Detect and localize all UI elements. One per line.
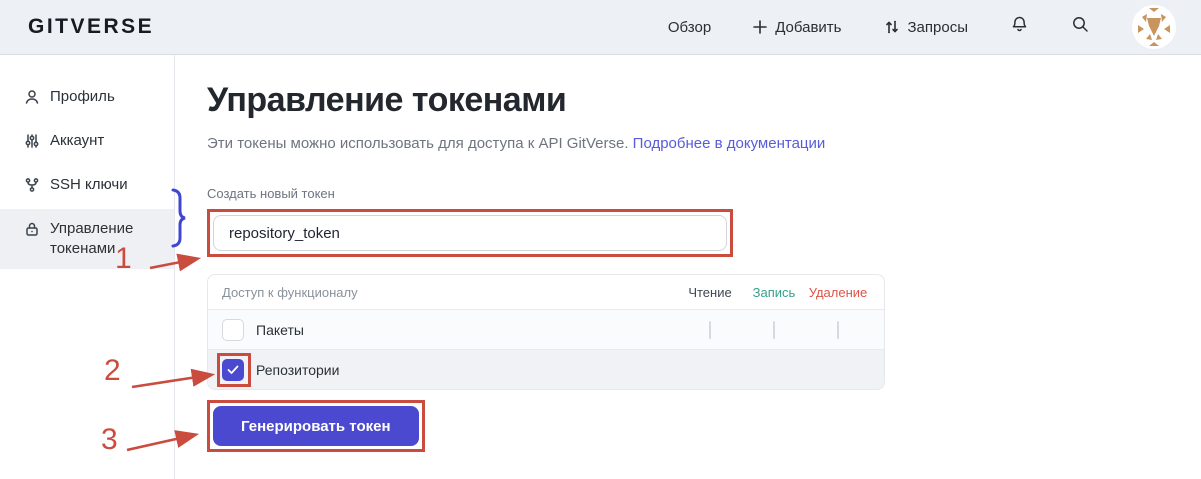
avatar[interactable]: [1132, 5, 1176, 49]
sliders-icon: [24, 133, 40, 155]
search-icon: [1071, 15, 1090, 39]
nav-overview-label: Обзор: [668, 19, 711, 36]
sidebar-item-token-management[interactable]: Управление токенами: [0, 209, 174, 269]
lock-icon: [24, 221, 40, 243]
column-access: Доступ к функционалу: [222, 285, 678, 300]
column-write: Запись: [742, 285, 806, 300]
ssh-key-icon: [24, 177, 40, 199]
packages-write-checkbox[interactable]: [773, 321, 775, 339]
generate-token-button[interactable]: Генерировать токен: [213, 406, 419, 446]
packages-read-checkbox[interactable]: [709, 321, 711, 339]
sidebar-item-profile[interactable]: Профиль: [0, 77, 174, 121]
person-icon: [24, 89, 40, 111]
pull-request-icon: [884, 19, 900, 35]
permissions-table: Доступ к функционалу Чтение Запись Удале…: [207, 274, 885, 390]
sidebar-item-account[interactable]: Аккаунт: [0, 121, 174, 165]
token-name-input[interactable]: [213, 215, 727, 251]
sidebar-item-label: SSH ключи: [50, 175, 128, 195]
column-delete: Удаление: [806, 285, 870, 300]
repositories-checkbox[interactable]: [222, 359, 244, 381]
description-text: Эти токены можно использовать для доступ…: [207, 135, 629, 152]
permissions-table-header: Доступ к функционалу Чтение Запись Удале…: [208, 275, 884, 309]
sidebar-item-label: Аккаунт: [50, 131, 104, 151]
column-read: Чтение: [678, 285, 742, 300]
annotation-box-3: Генерировать токен: [207, 400, 425, 452]
page-title: Управление токенами: [207, 81, 885, 119]
avatar-identicon: [1132, 5, 1176, 49]
packages-delete-checkbox[interactable]: [837, 321, 839, 339]
documentation-link[interactable]: Подробнее в документации: [633, 135, 826, 152]
sidebar-item-ssh-keys[interactable]: SSH ключи: [0, 165, 174, 209]
nav-requests-label: Запросы: [908, 19, 969, 36]
nav-add[interactable]: Добавить: [753, 19, 841, 36]
packages-checkbox[interactable]: [222, 319, 244, 341]
check-icon: [227, 365, 239, 375]
token-name-label: Создать новый токен: [207, 186, 885, 201]
gitverse-logo: GITVERSE: [28, 15, 154, 39]
table-row-repositories: Репозитории: [208, 349, 884, 389]
row-label: Пакеты: [256, 322, 304, 338]
bell-icon: [1010, 15, 1029, 39]
nav-overview[interactable]: Обзор: [668, 19, 711, 36]
notifications-button[interactable]: [1010, 15, 1029, 39]
sidebar-item-label: Управление токенами: [50, 219, 162, 259]
header-nav: Обзор Добавить Запросы: [668, 5, 1176, 49]
settings-sidebar: Профиль Аккаунт SSH ключи: [0, 55, 175, 479]
nav-requests[interactable]: Запросы: [884, 19, 969, 36]
table-row-packages: Пакеты: [208, 309, 884, 349]
top-navbar: GITVERSE Обзор Добавить Запросы: [0, 0, 1201, 55]
row-label: Репозитории: [256, 362, 339, 378]
nav-add-label: Добавить: [775, 19, 841, 36]
plus-icon: [753, 20, 767, 34]
sidebar-item-label: Профиль: [50, 87, 115, 107]
main-content: Управление токенами Эти токены можно исп…: [175, 55, 885, 479]
page-description: Эти токены можно использовать для доступ…: [207, 135, 885, 152]
annotation-box-1: [207, 209, 733, 257]
search-button[interactable]: [1071, 15, 1090, 39]
